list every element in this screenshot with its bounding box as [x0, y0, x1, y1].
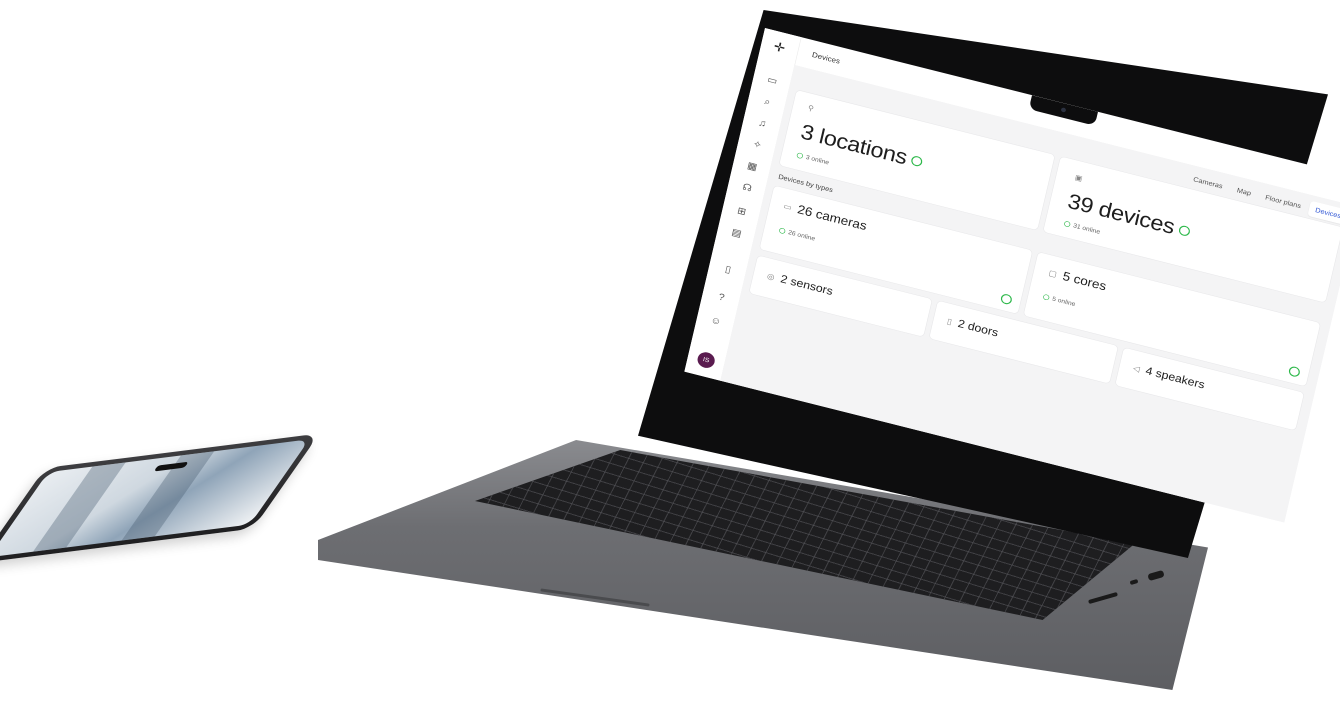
smartphone [0, 433, 320, 564]
user-icon[interactable]: ☺ [708, 313, 724, 328]
bell-icon[interactable]: ♫ [754, 116, 770, 131]
cores-count: ▢ 5 cores [1047, 265, 1108, 293]
locations-online-label: 3 online [805, 153, 830, 167]
speakers-count: ◁ 4 speakers [1132, 362, 1206, 392]
speakers-label: 4 speakers [1144, 364, 1206, 392]
sensors-label: 2 sensors [779, 272, 835, 298]
badge-icon[interactable]: ▯ [720, 262, 736, 277]
device-icon: ▣ [1074, 172, 1084, 183]
spark-icon[interactable]: ✧ [749, 137, 765, 152]
doors-count: ▯ 2 doors [946, 315, 1000, 340]
online-status-icon [910, 154, 924, 168]
search-icon[interactable]: ⌕ [759, 94, 775, 109]
check-circle-icon [1063, 220, 1071, 228]
locations-count: 3 locations [798, 120, 925, 174]
check-circle-icon [796, 152, 804, 160]
online-status-icon [999, 292, 1013, 306]
app-logo-icon[interactable]: ✛ [771, 39, 788, 56]
video-camera-icon[interactable]: ▭ [764, 73, 780, 88]
plus-box-icon[interactable]: ⊞ [734, 204, 750, 219]
devices-count: 39 devices [1065, 190, 1192, 244]
headset-icon[interactable]: ☊ [739, 180, 755, 195]
cameras-label: 26 cameras [796, 202, 869, 233]
cores-online: 5 online [1042, 293, 1076, 308]
cores-online-label: 5 online [1051, 295, 1077, 308]
video-camera-icon: ▭ [782, 201, 793, 212]
cameras-count: ▭ 26 cameras [782, 199, 868, 234]
online-status-icon [1287, 365, 1301, 378]
devices-online-label: 31 online [1072, 222, 1101, 236]
server-icon: ▢ [1047, 267, 1058, 279]
cores-label: 5 cores [1061, 268, 1108, 294]
locations-online: 3 online [796, 152, 830, 167]
cameras-online: 26 online [778, 227, 816, 243]
sensors-count: ◎ 2 sensors [766, 269, 834, 298]
check-circle-icon [778, 227, 786, 235]
sensor-icon: ◎ [766, 271, 776, 282]
doors-label: 2 doors [956, 317, 1000, 340]
cameras-online-label: 26 online [787, 229, 816, 243]
phone-screen [0, 439, 310, 558]
table-icon[interactable]: ▤ [729, 225, 745, 240]
check-circle-icon [1042, 293, 1050, 301]
speaker-icon: ◁ [1132, 363, 1141, 374]
help-icon[interactable]: ? [713, 290, 729, 305]
online-status-icon [1177, 224, 1191, 237]
pin-icon: ⚲ [807, 103, 815, 113]
avatar[interactable]: IS [695, 350, 717, 370]
devices-online: 31 online [1063, 220, 1101, 236]
breadcrumb: Devices [811, 50, 841, 66]
door-icon: ▯ [946, 316, 953, 327]
grid-icon[interactable]: ▦ [744, 159, 760, 174]
phone-screen-image [32, 462, 126, 552]
devices-label: 39 devices [1065, 189, 1177, 239]
